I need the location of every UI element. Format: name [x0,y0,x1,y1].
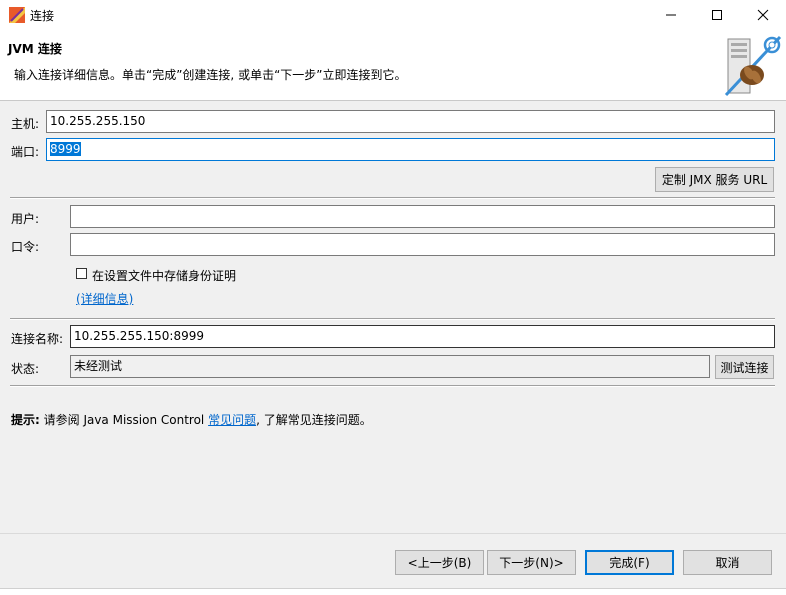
status-label: 状态: [11,362,40,376]
maximize-button[interactable] [694,0,740,30]
hint-prefix: 提示: [11,413,40,427]
password-label: 口令: [11,240,40,254]
window-title: 连接 [30,9,55,23]
host-label: 主机: [11,117,40,131]
hint-after-link: , 了解常见连接问题。 [256,413,372,427]
minimize-button[interactable] [648,0,694,30]
user-input[interactable] [70,205,775,228]
footer-divider [0,533,786,534]
hint-before-link: 请参阅 Java Mission Control [39,413,209,427]
details-link[interactable]: (详细信息) [76,290,133,307]
wizard-title: JVM 连接 [8,42,62,56]
back-button[interactable]: <上一步(B) [395,550,484,575]
minimize-icon [666,14,676,16]
custom-jmx-url-button[interactable]: 定制 JMX 服务 URL [655,167,774,192]
connection-name-label: 连接名称: [11,332,64,346]
app-icon [9,7,25,23]
status-value: 未经测试 [70,355,710,378]
divider [10,385,775,387]
divider [10,197,775,199]
next-button[interactable]: 下一步(N)> [487,550,576,575]
port-label: 端口: [11,145,40,159]
faq-link[interactable]: 常见问题 [208,413,256,427]
user-label: 用户: [11,212,40,226]
host-input[interactable]: 10.255.255.150 [46,110,775,133]
wizard-description: 输入连接详细信息。单击“完成”创建连接, 或单击“下一步”立即连接到它。 [14,68,407,82]
port-input-selected-text: 8999 [50,142,81,156]
cancel-button[interactable]: 取消 [683,550,772,575]
close-button[interactable] [740,0,786,30]
port-input[interactable]: 8999 [46,138,775,161]
hint-text: 提示: 请参阅 Java Mission Control 常见问题, 了解常见连… [11,411,372,428]
close-icon [757,9,769,21]
maximize-icon [712,10,722,20]
jvm-connection-banner-icon [724,35,782,97]
password-input[interactable] [70,233,775,256]
finish-button[interactable]: 完成(F) [585,550,674,575]
connection-name-input[interactable]: 10.255.255.150:8999 [70,325,775,348]
divider [10,318,775,320]
store-credentials-label[interactable]: 在设置文件中存储身份证明 [92,267,236,284]
test-connection-button[interactable]: 测试连接 [715,355,774,379]
store-credentials-checkbox[interactable] [76,268,87,279]
